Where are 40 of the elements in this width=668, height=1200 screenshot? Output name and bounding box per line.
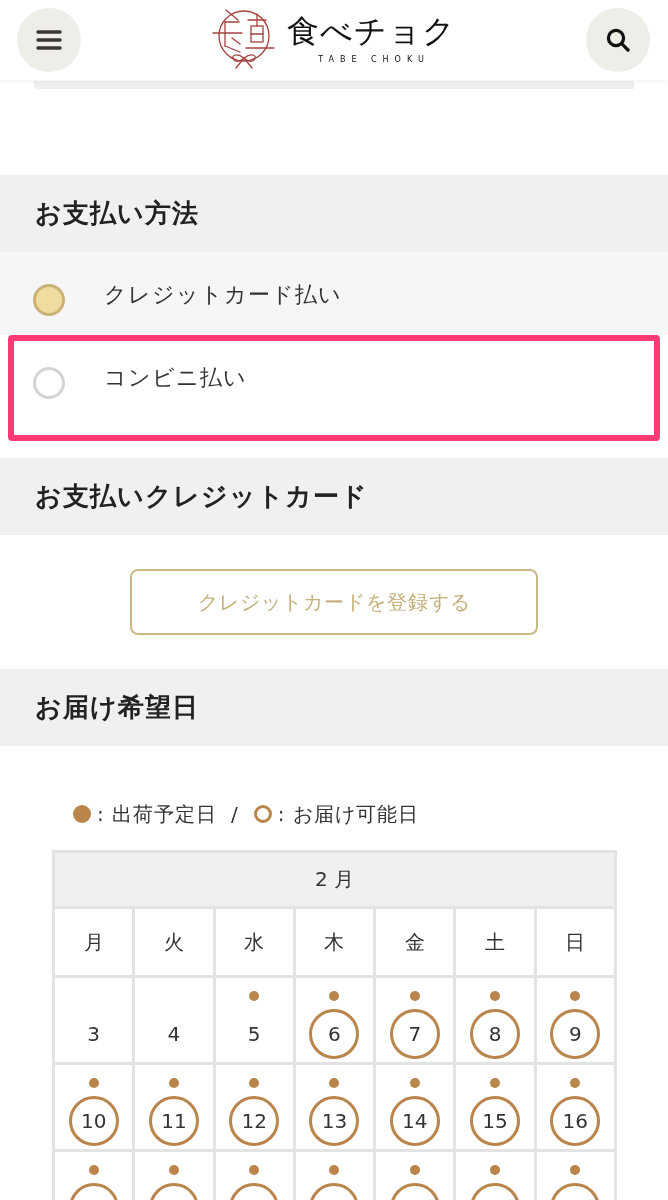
calendar-day: 3 [68,1009,119,1059]
weekday-cell: 木 [295,909,374,975]
calendar-day[interactable]: 9 [550,1009,601,1059]
logo-subtext: TABE CHOKU [318,55,430,65]
logo-text: 食べチョク [286,13,456,49]
calendar-day[interactable]: 8 [470,1009,521,1059]
weekday-cell: 月 [55,909,133,975]
radio-button[interactable] [33,367,65,399]
legend-label: : 出荷予定日 [97,802,218,826]
calendar-day: 5 [229,1009,280,1059]
menu-icon [36,30,62,50]
legend-label: : お届け可能日 [277,802,419,826]
section-title: お支払い方法 [0,175,668,252]
calendar-day[interactable]: 7 [389,1009,440,1059]
ring-icon [253,805,272,823]
search-icon [606,28,630,52]
weekday-cell: 金 [376,909,454,975]
weekday-cell: 水 [215,909,293,975]
filled-dot-icon [73,805,91,823]
weekday-cell: 土 [456,909,534,975]
weekday-cell: 日 [536,909,614,975]
payment-option[interactable]: クレジットカード払い [0,252,668,335]
calendar-day[interactable]: 10 [68,1096,119,1146]
calendar-day[interactable]: 13 [309,1096,360,1146]
legend-separator: / [231,802,238,826]
option-label: コンビニ払い [104,364,247,392]
calendar-day[interactable]: 15 [470,1096,521,1146]
weekday-cell: 火 [135,909,213,975]
calendar-day[interactable]: 6 [309,1009,360,1059]
radio-button[interactable] [33,284,65,316]
calendar-day[interactable]: 14 [389,1096,440,1146]
month-header: 2 月 [55,853,614,906]
bow-emblem-icon [211,8,276,70]
calendar-day: 4 [148,1009,199,1059]
section-title: お支払いクレジットカード [0,458,668,535]
section-title: お届け希望日 [0,669,668,746]
calendar-day[interactable]: 16 [550,1096,601,1146]
option-label: クレジットカード払い [104,281,342,309]
calendar-day[interactable]: 12 [229,1096,280,1146]
calendar-day[interactable]: 11 [148,1096,199,1146]
